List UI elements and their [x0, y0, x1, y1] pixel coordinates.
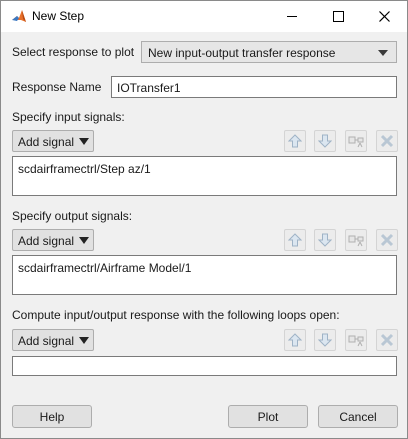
add-output-signal-button[interactable]: Add signal [12, 229, 94, 251]
input-signals-label: Specify input signals: [12, 110, 125, 124]
input-move-up-button[interactable] [284, 130, 306, 152]
list-item[interactable]: scdairframectrl/Airframe Model/1 [18, 261, 191, 275]
chevron-down-icon [378, 50, 388, 56]
minimize-icon [287, 16, 297, 17]
input-signals-list[interactable]: scdairframectrl/Step az/1 [12, 156, 397, 196]
cancel-button[interactable]: Cancel [318, 405, 398, 428]
select-response-label: Select response to plot [12, 45, 135, 59]
move-up-icon [288, 333, 302, 347]
output-delete-button[interactable] [376, 229, 398, 251]
response-type-value: New input-output transfer response [148, 46, 336, 60]
move-up-icon [288, 134, 302, 148]
plot-button-label: Plot [257, 409, 279, 424]
move-up-icon [288, 233, 302, 247]
highlight-icon [348, 235, 364, 247]
add-output-signal-label: Add signal [18, 234, 75, 248]
add-loop-signal-button[interactable]: Add signal [12, 329, 94, 351]
dialog-window: New Step Select response to plot New inp… [0, 0, 408, 439]
add-input-signal-label: Add signal [18, 135, 75, 149]
output-move-up-button[interactable] [284, 229, 306, 251]
dropdown-arrow-icon [79, 138, 89, 145]
move-down-icon [318, 333, 332, 347]
move-down-icon [318, 134, 332, 148]
plot-button[interactable]: Plot [228, 405, 308, 428]
output-highlight-button[interactable] [345, 229, 367, 251]
dropdown-arrow-icon [79, 237, 89, 244]
cancel-button-label: Cancel [339, 409, 377, 424]
loops-open-label: Compute input/output response with the f… [12, 308, 340, 322]
title-bar: New Step [1, 1, 407, 32]
delete-icon [380, 233, 394, 247]
maximize-icon [332, 11, 344, 22]
delete-icon [380, 333, 394, 347]
loop-delete-button[interactable] [376, 329, 398, 351]
help-button-label: Help [39, 409, 65, 424]
minimize-button[interactable] [269, 1, 315, 32]
response-type-dropdown[interactable]: New input-output transfer response [141, 41, 397, 63]
add-input-signal-button[interactable]: Add signal [12, 130, 94, 152]
list-item[interactable]: scdairframectrl/Step az/1 [18, 162, 151, 176]
response-name-label: Response Name [12, 80, 102, 94]
response-name-field[interactable]: IOTransfer1 [111, 76, 397, 98]
help-button[interactable]: Help [12, 405, 92, 428]
highlight-icon [348, 335, 364, 347]
close-button[interactable] [361, 1, 407, 32]
input-move-down-button[interactable] [314, 130, 336, 152]
move-down-icon [318, 233, 332, 247]
maximize-button[interactable] [315, 1, 361, 32]
loop-highlight-button[interactable] [345, 329, 367, 351]
loops-open-list[interactable] [12, 356, 397, 376]
response-name-value: IOTransfer1 [117, 81, 181, 95]
add-loop-signal-label: Add signal [18, 334, 75, 348]
highlight-icon [348, 136, 364, 148]
output-signals-label: Specify output signals: [12, 209, 133, 223]
input-delete-button[interactable] [376, 130, 398, 152]
output-move-down-button[interactable] [314, 229, 336, 251]
dropdown-arrow-icon [79, 337, 89, 344]
loop-move-down-button[interactable] [314, 329, 336, 351]
window-title: New Step [32, 9, 85, 23]
loop-move-up-button[interactable] [284, 329, 306, 351]
delete-icon [380, 134, 394, 148]
matlab-icon [12, 10, 26, 22]
input-highlight-button[interactable] [345, 130, 367, 152]
close-icon [378, 11, 390, 22]
output-signals-list[interactable]: scdairframectrl/Airframe Model/1 [12, 255, 397, 295]
